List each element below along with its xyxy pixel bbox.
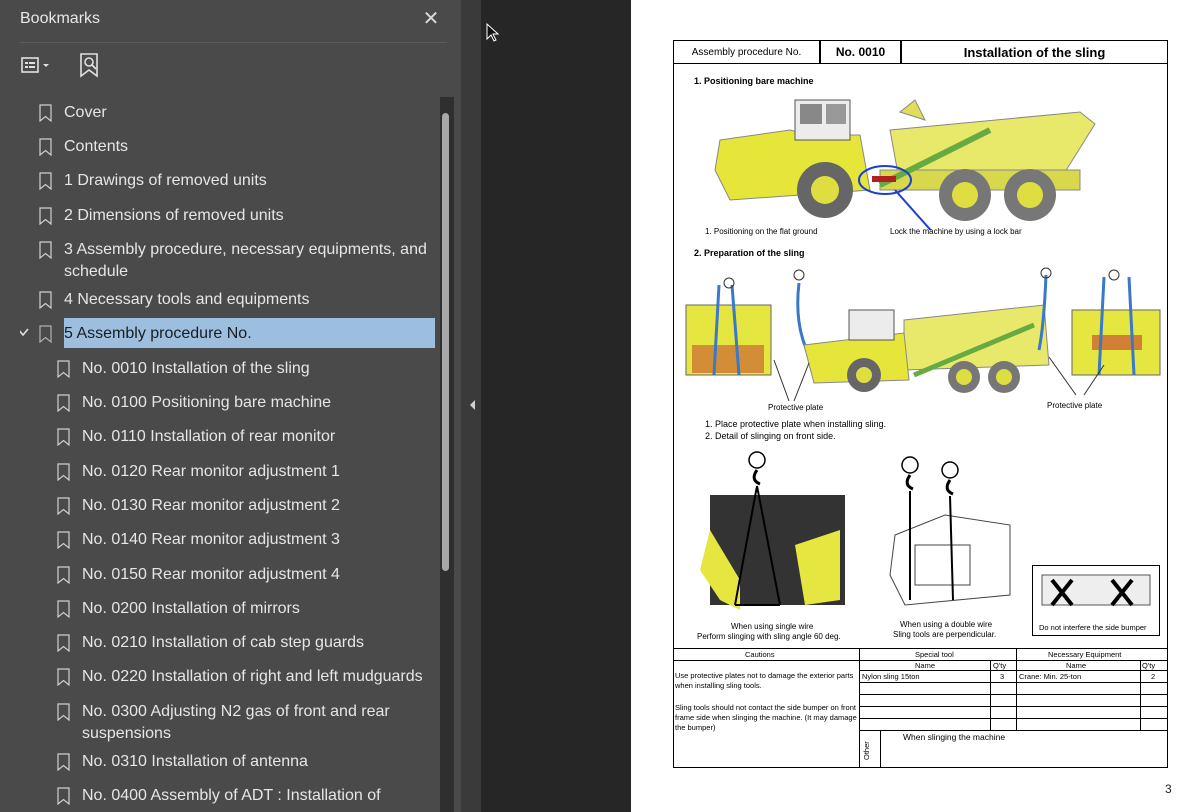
table-border (859, 706, 1168, 707)
bookmark-label: No. 0130 Rear monitor adjustment 2 (82, 497, 340, 514)
bookmark-icon (57, 463, 70, 481)
bookmark-icon (39, 138, 52, 156)
scrollbar-thumb[interactable] (442, 113, 449, 571)
find-bookmark-icon[interactable] (78, 52, 102, 80)
section-heading: 2. Preparation of the sling (694, 248, 805, 258)
bookmark-icon (57, 787, 70, 805)
bookmarks-panel: Bookmarks ✕ Cover Contents 1 Drawings of r… (0, 0, 461, 812)
bookmark-icon (57, 360, 70, 378)
options-menu-icon[interactable] (20, 54, 60, 78)
bookmark-icon (57, 497, 70, 515)
double-wire-illustration (889, 456, 1011, 606)
bookmark-icon (39, 241, 52, 259)
caption-single-wire: When using single wire (731, 622, 814, 631)
bookmark-label: No. 0220 Installation of right and left … (82, 668, 423, 685)
header-label: Assembly procedure No. (673, 40, 820, 64)
bookmarks-title: Bookmarks (20, 10, 101, 27)
bookmark-label: No. 0100 Positioning bare machine (82, 394, 332, 411)
bookmark-label: No. 0140 Rear monitor adjustment 3 (82, 531, 340, 548)
equipment-qty: 2 (1151, 672, 1156, 681)
other-text: When slinging the machine (903, 732, 1006, 742)
bookmark-icon (39, 207, 52, 225)
table-border (859, 730, 1168, 731)
table-border (859, 694, 1168, 695)
sling-preparation-illustration (685, 267, 1161, 402)
qty-header: Q'ty (1142, 661, 1156, 670)
page-number: 3 (1165, 782, 1172, 796)
collapse-panel-icon[interactable] (467, 398, 477, 412)
bookmark-label: No. 0010 Installation of the sling (82, 360, 310, 377)
bookmark-label: No. 0310 Installation of antenna (82, 753, 308, 770)
bookmark-label: 1 Drawings of removed units (64, 172, 267, 189)
bookmark-icon (57, 394, 70, 412)
bookmark-icon (57, 753, 70, 771)
tool-name: Nylon sling 15ton (862, 672, 920, 681)
note-front-slinging: 2. Detail of slinging on front side. (705, 431, 836, 441)
divider (20, 42, 447, 43)
bookmark-icon (57, 703, 70, 721)
table-border (673, 648, 1168, 649)
caption-lock-bar: Lock the machine by using a lock bar (890, 227, 1022, 236)
table-border (859, 682, 1168, 683)
equipment-name: Crane: Min. 25-ton (1019, 672, 1082, 681)
caption-perpendicular: Sling tools are perpendicular. (893, 630, 997, 639)
caption-bumper: Do not interfere the side bumper (1039, 623, 1147, 632)
tool-qty: 3 (1000, 672, 1005, 681)
bookmark-icon (39, 325, 52, 343)
name-header: Name (915, 661, 936, 670)
bookmark-label: No. 0400 Assembly of ADT : Installation … (82, 787, 381, 804)
bookmark-list: Cover Contents 1 Drawings of removed units… (20, 97, 440, 812)
dump-truck-illustration (714, 99, 1096, 230)
bookmark-icon (57, 531, 70, 549)
bookmark-icon (57, 634, 70, 652)
bookmark-icon (39, 291, 52, 309)
mouse-cursor-icon (486, 22, 500, 43)
protective-plate-label: Protective plate (768, 403, 824, 412)
note-protective-plate: 1. Place protective plate when installin… (705, 419, 887, 429)
bookmark-icon (57, 668, 70, 686)
table-border (859, 670, 1168, 671)
bookmark-icon (39, 104, 52, 122)
protective-plate-label: Protective plate (1047, 401, 1103, 410)
equipment-header: Necessary Equipment (1048, 650, 1122, 659)
bookmark-label: Cover (64, 104, 107, 121)
chevron-down-icon[interactable] (20, 325, 30, 339)
bookmark-label: Contents (64, 138, 129, 155)
bookmark-label: 3 Assembly procedure, necessary equipmen… (64, 241, 427, 280)
procedure-number: No. 0010 (820, 40, 901, 64)
bookmark-label: 2 Dimensions of removed units (64, 207, 284, 224)
bookmark-icon (57, 566, 70, 584)
qty-header: Q'ty (993, 661, 1007, 670)
table-border (880, 730, 881, 768)
table-border (859, 648, 860, 768)
name-header: Name (1066, 661, 1087, 670)
other-label: Other (862, 741, 871, 760)
bookmark-icon (57, 428, 70, 446)
bookmark-label: 4 Necessary tools and equipments (64, 291, 310, 308)
section-heading: 1. Positioning bare machine (694, 76, 814, 86)
bookmark-icon (39, 172, 52, 190)
caption-double-wire: When using a double wire (900, 620, 993, 629)
close-icon[interactable]: ✕ (420, 6, 442, 30)
bookmark-icon (57, 600, 70, 618)
document-viewer-background (481, 0, 631, 812)
caption-flat-ground: 1. Positioning on the flat ground (705, 227, 818, 236)
cautions-header: Cautions (745, 650, 775, 659)
table-border (859, 718, 1168, 719)
bookmark-label: No. 0150 Rear monitor adjustment 4 (82, 566, 340, 583)
bookmark-label: No. 0300 Adjusting N2 gas of front and r… (82, 703, 390, 742)
bookmark-label: No. 0120 Rear monitor adjustment 1 (82, 463, 340, 480)
bookmark-label: No. 0200 Installation of mirrors (82, 600, 300, 617)
bookmark-label: No. 0110 Installation of rear monitor (82, 428, 336, 445)
procedure-title: Installation of the sling (901, 40, 1168, 64)
bookmark-label: No. 0210 Installation of cab step guards (82, 634, 364, 651)
caption-sling-angle: Perform slinging with sling angle 60 deg… (697, 632, 841, 641)
caution-text: Sling tools should not contact the side … (675, 703, 857, 732)
bookmark-label: 5 Assembly procedure No. (64, 325, 252, 342)
caution-text: Use protective plates not to damage the … (675, 671, 854, 690)
special-tool-header: Special tool (915, 650, 954, 659)
single-wire-illustration (700, 451, 845, 610)
